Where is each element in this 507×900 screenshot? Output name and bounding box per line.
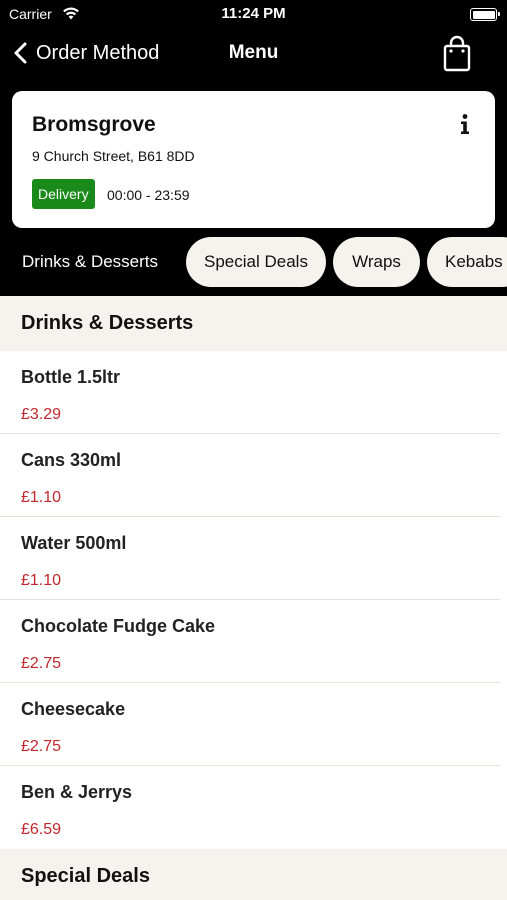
item-price: £2.75 xyxy=(21,738,62,755)
back-button[interactable]: Order Method xyxy=(12,38,159,68)
item-name: Bottle 1.5ltr xyxy=(21,367,121,387)
section-header: Drinks & Desserts xyxy=(0,296,507,351)
battery-icon xyxy=(470,8,500,21)
category-tabs: Drinks & Desserts Special Deals Wraps Ke… xyxy=(0,237,507,287)
menu-item[interactable]: Cans 330ml £1.10 xyxy=(0,434,507,517)
clock: 11:24 PM xyxy=(221,5,286,22)
section-header: Special Deals xyxy=(0,849,507,900)
tab-wraps[interactable]: Wraps xyxy=(333,237,420,287)
item-name: Ben & Jerrys xyxy=(21,782,133,802)
item-price: £6.59 xyxy=(21,821,62,838)
shopping-bag-icon[interactable] xyxy=(440,34,474,72)
item-price: £2.75 xyxy=(21,655,62,672)
header-area: Carrier 11:24 PM Order Method Menu Broms… xyxy=(0,0,507,296)
item-name: Chocolate Fudge Cake xyxy=(21,616,216,636)
section-title: Special Deals xyxy=(21,865,150,887)
store-name: Bromsgrove xyxy=(32,113,156,136)
store-card: Bromsgrove 9 Church Street, B61 8DD Deli… xyxy=(12,91,495,228)
page-title: Menu xyxy=(228,42,279,63)
item-name: Cheesecake xyxy=(21,699,126,719)
status-bar: Carrier 11:24 PM xyxy=(0,0,507,30)
menu-list[interactable]: Drinks & Desserts Bottle 1.5ltr £3.29 Ca… xyxy=(0,296,507,900)
item-name: Water 500ml xyxy=(21,533,127,553)
menu-item[interactable]: Chocolate Fudge Cake £2.75 xyxy=(0,600,507,683)
menu-item[interactable]: Bottle 1.5ltr £3.29 xyxy=(0,351,507,434)
section-title: Drinks & Desserts xyxy=(21,312,194,334)
back-button-label: Order Method xyxy=(36,41,160,64)
opening-hours: 00:00 - 23:59 xyxy=(107,187,190,203)
store-address: 9 Church Street, B61 8DD xyxy=(32,148,195,164)
tab-special-deals[interactable]: Special Deals xyxy=(186,237,326,287)
delivery-badge: Delivery xyxy=(32,179,95,209)
item-price: £1.10 xyxy=(21,572,62,589)
navigation-bar: Order Method Menu xyxy=(0,30,507,78)
tab-drinks-desserts[interactable]: Drinks & Desserts xyxy=(22,237,158,287)
info-icon[interactable] xyxy=(457,113,473,135)
item-price: £1.10 xyxy=(21,489,62,506)
menu-item[interactable]: Cheesecake £2.75 xyxy=(0,683,507,766)
tab-kebabs[interactable]: Kebabs xyxy=(427,237,507,287)
chevron-left-icon xyxy=(14,42,27,64)
item-price: £3.29 xyxy=(21,406,62,423)
menu-item[interactable]: Ben & Jerrys £6.59 xyxy=(0,766,507,849)
item-name: Cans 330ml xyxy=(21,450,122,470)
menu-item[interactable]: Water 500ml £1.10 xyxy=(0,517,507,600)
